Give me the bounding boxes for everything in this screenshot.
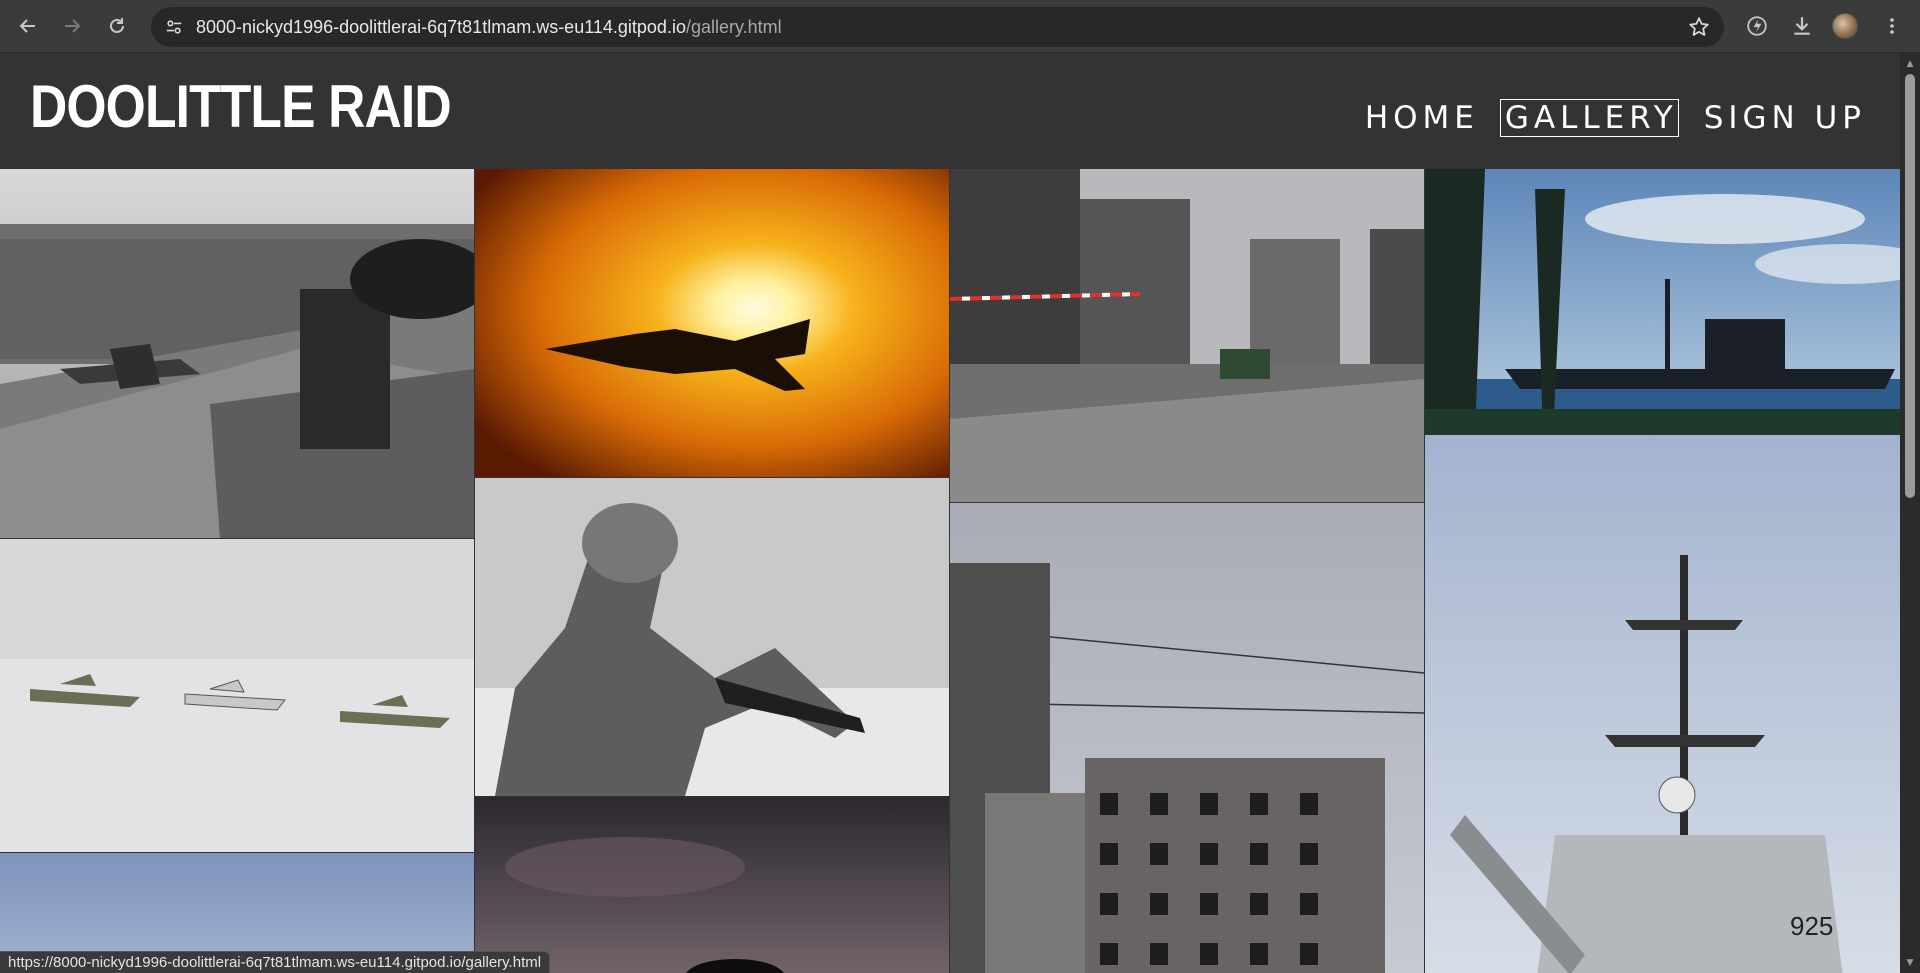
- nav-home[interactable]: HOME: [1360, 99, 1480, 137]
- address-bar[interactable]: 8000-nickyd1996-doolittlerai-6q7t81tlmam…: [151, 7, 1724, 47]
- scrollbar-thumb[interactable]: [1905, 74, 1915, 498]
- gallery-image-damaged-building[interactable]: [950, 503, 1424, 973]
- kebab-menu-icon[interactable]: [1879, 13, 1905, 39]
- nav-sign-up[interactable]: SIGN UP: [1699, 99, 1867, 137]
- profile-avatar[interactable]: [1832, 13, 1858, 39]
- gallery-image-carrier-deck[interactable]: [0, 169, 474, 538]
- svg-text:925: 925: [1790, 911, 1833, 941]
- site-header: DOOLITTLE RAID HOME GALLERY SIGN UP: [0, 54, 1900, 167]
- bookmark-star-icon[interactable]: [1688, 16, 1710, 38]
- nav-gallery[interactable]: GALLERY: [1499, 99, 1679, 137]
- main-nav: HOME GALLERY SIGN UP: [1360, 99, 1867, 137]
- browser-toolbar: 8000-nickyd1996-doolittlerai-6q7t81tlmam…: [0, 0, 1920, 53]
- forward-arrow-icon[interactable]: [56, 10, 88, 42]
- download-icon[interactable]: [1789, 13, 1815, 39]
- url-host: 8000-nickyd1996-doolittlerai-6q7t81tlmam…: [196, 17, 686, 37]
- scroll-up-arrow-icon[interactable]: ▲: [1900, 56, 1920, 72]
- gallery-image-dusk-silhouette[interactable]: [475, 797, 949, 973]
- gallery-image-jet-sunset[interactable]: [475, 169, 949, 477]
- gallery-image-ruined-street[interactable]: [950, 169, 1424, 502]
- gallery-image-vintage-planes[interactable]: [0, 539, 474, 852]
- site-logo[interactable]: DOOLITTLE RAID: [30, 72, 452, 141]
- back-arrow-icon[interactable]: [12, 10, 44, 42]
- gallery-image-soldier[interactable]: [475, 478, 949, 796]
- site-info-icon[interactable]: [163, 16, 185, 38]
- performance-icon[interactable]: [1744, 13, 1770, 39]
- image-gallery: 925: [0, 169, 1900, 973]
- scroll-down-arrow-icon[interactable]: ▼: [1900, 955, 1920, 971]
- web-page: DOOLITTLE RAID HOME GALLERY SIGN UP 925: [0, 54, 1900, 973]
- gallery-image-destroyer-mast[interactable]: 925: [1425, 435, 1900, 973]
- page-scrollbar[interactable]: ▲ ▼: [1900, 54, 1920, 973]
- url-text: 8000-nickyd1996-doolittlerai-6q7t81tlmam…: [196, 17, 782, 38]
- url-path: /gallery.html: [685, 17, 782, 37]
- reload-icon[interactable]: [101, 10, 133, 42]
- gallery-image-warship-harbor[interactable]: [1425, 169, 1900, 434]
- link-status-bubble: https://8000-nickyd1996-doolittlerai-6q7…: [0, 951, 551, 973]
